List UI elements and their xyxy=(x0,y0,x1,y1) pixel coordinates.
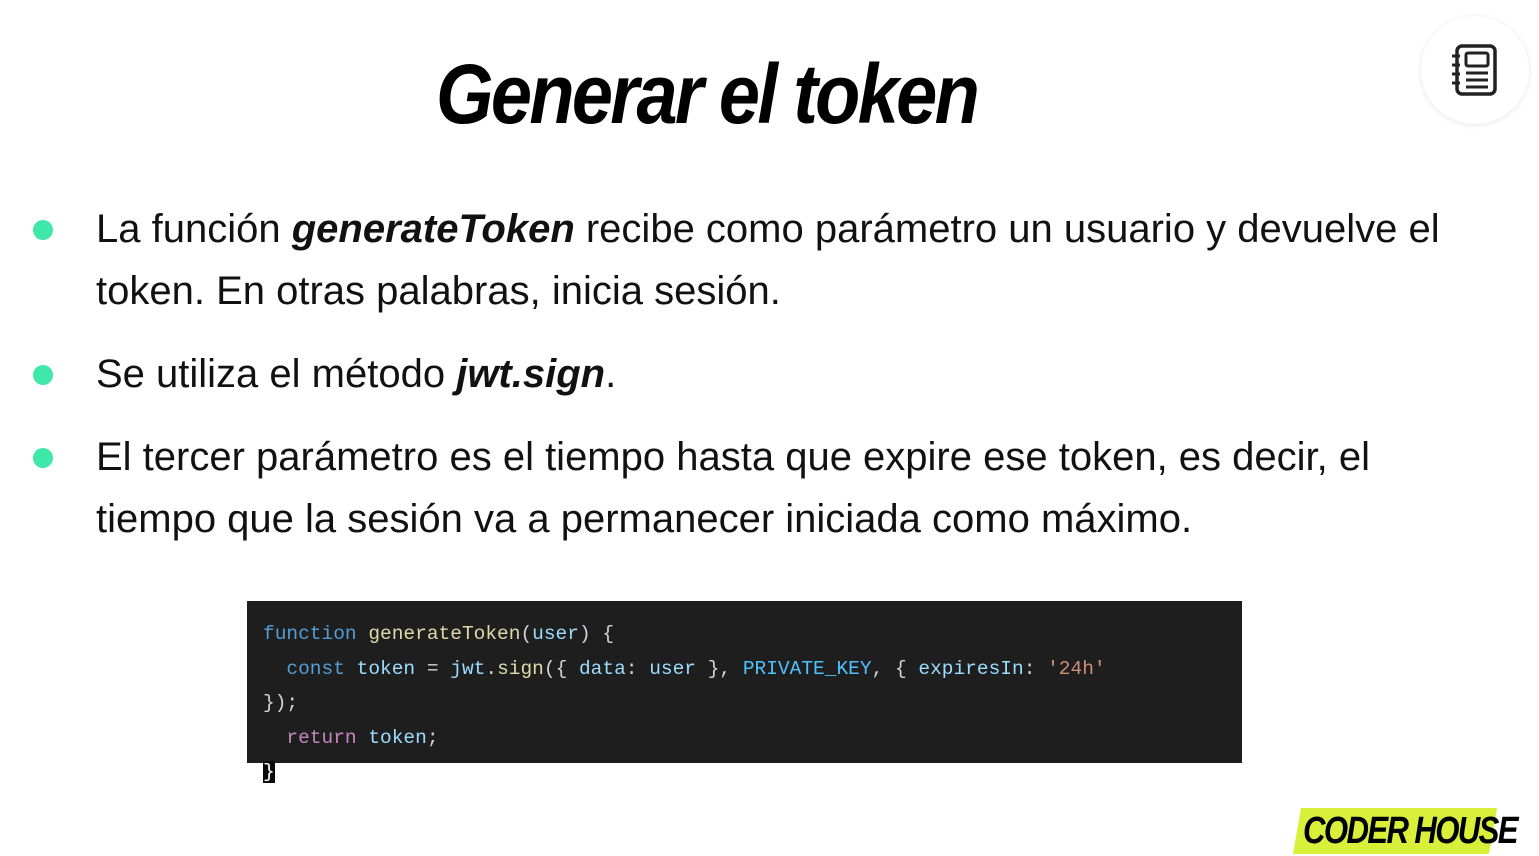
bullet-bold-text: generateToken xyxy=(291,207,575,251)
code-token: jwt xyxy=(450,657,486,680)
code-cursor: } xyxy=(263,761,275,783)
code-token: , { xyxy=(871,657,919,680)
notebook-icon xyxy=(1452,44,1497,96)
code-token: sign xyxy=(497,657,544,680)
code-token: user xyxy=(649,657,697,680)
code-token: : xyxy=(1023,657,1048,680)
code-token: }, xyxy=(696,657,743,680)
code-token: ; xyxy=(426,726,439,749)
code-token: function xyxy=(263,623,357,645)
bullet-bold-text: jwt.sign xyxy=(456,352,606,396)
bullet-text: . xyxy=(605,352,617,396)
code-block: function generateToken(user) { const tok… xyxy=(247,601,1242,783)
code-token: . xyxy=(485,657,498,680)
bullet-text: El tercer parámetro es el tiempo hasta q… xyxy=(96,435,1371,541)
notes-button[interactable] xyxy=(1421,16,1529,124)
code-token: }); xyxy=(263,692,299,714)
bullet-dot xyxy=(33,220,53,240)
code-token: ) { xyxy=(578,623,615,645)
code-token: token xyxy=(356,657,416,680)
code-token: data xyxy=(578,657,626,680)
bullet-text: La función xyxy=(96,207,292,251)
code-token: return xyxy=(286,726,357,749)
bullet-item: Se utiliza el método jwt.sign. xyxy=(33,343,1496,405)
code-token: '24h' xyxy=(1047,657,1106,680)
slide-title: Generar el token xyxy=(436,47,980,141)
code-text: function generateToken(user) { const tok… xyxy=(263,617,1106,790)
code-token: generateToken xyxy=(368,623,521,645)
code-token: ({ xyxy=(543,657,579,680)
bullet-item: La función generateToken recibe como par… xyxy=(33,198,1496,322)
bullet-item: El tercer parámetro es el tiempo hasta q… xyxy=(33,426,1496,550)
bullet-dot xyxy=(33,365,53,385)
code-token: user xyxy=(532,623,579,645)
code-token: ( xyxy=(520,623,533,645)
code-token: token xyxy=(368,726,427,749)
code-token: : xyxy=(625,657,650,680)
bullet-dot xyxy=(33,448,53,468)
bullet-text: Se utiliza el método xyxy=(96,352,457,396)
code-token: expiresIn xyxy=(918,657,1024,680)
coderhouse-logo: CODER HOUSE xyxy=(1303,810,1519,852)
code-token: PRIVATE_KEY xyxy=(742,657,872,680)
code-token: const xyxy=(286,657,345,680)
code-token: = xyxy=(415,657,451,680)
